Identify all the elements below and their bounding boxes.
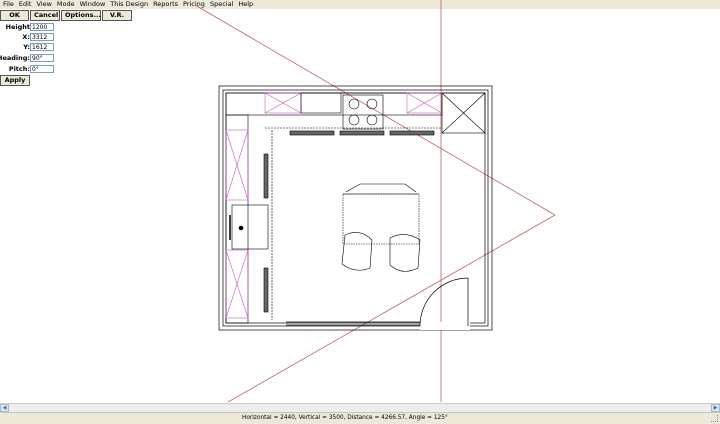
pitch-row: Pitch: 0° xyxy=(0,64,60,74)
y-label: Y: xyxy=(23,43,30,51)
heading-row: Heading: 90° xyxy=(0,53,60,63)
x-label: X: xyxy=(22,33,30,41)
floor-plan-canvas[interactable] xyxy=(0,0,720,403)
y-row: Y: 1612 xyxy=(0,42,60,52)
resize-grip-icon[interactable] xyxy=(711,415,718,422)
options-button[interactable]: Options... xyxy=(61,10,101,21)
island xyxy=(341,183,421,272)
vr-button[interactable]: V.R. xyxy=(102,10,132,21)
pitch-label: Pitch: xyxy=(8,65,30,73)
y-input[interactable]: 1612 xyxy=(30,43,54,51)
scroll-left-icon[interactable]: ◀ xyxy=(0,404,9,412)
apply-button[interactable]: Apply xyxy=(0,75,30,86)
pitch-input[interactable]: 0° xyxy=(30,65,54,73)
cabinets xyxy=(225,92,486,324)
status-bar: Horizontal = 2440, Vertical = 3500, Dist… xyxy=(0,412,720,424)
scroll-right-icon[interactable]: ▶ xyxy=(711,404,720,412)
horizontal-scrollbar[interactable]: ◀ ▶ xyxy=(0,403,720,412)
sink xyxy=(231,204,269,250)
height-label: Height xyxy=(5,23,30,31)
x-input[interactable]: 3312 xyxy=(30,33,54,41)
cooktop xyxy=(342,94,384,130)
status-text: Horizontal = 2440, Vertical = 3500, Dist… xyxy=(242,415,448,421)
height-input[interactable]: 1200 xyxy=(30,23,54,31)
ok-button[interactable]: OK xyxy=(0,10,29,21)
room-walls xyxy=(218,85,493,331)
heading-input[interactable]: 90° xyxy=(30,54,54,62)
cancel-button[interactable]: Cancel xyxy=(30,10,60,21)
x-row: X: 3312 xyxy=(0,32,60,42)
toolbar: OK Cancel Options... V.R. xyxy=(0,10,132,21)
heading-label: Heading: xyxy=(0,54,30,62)
height-row: Height 1200 xyxy=(0,22,60,32)
view-cone xyxy=(194,4,556,403)
